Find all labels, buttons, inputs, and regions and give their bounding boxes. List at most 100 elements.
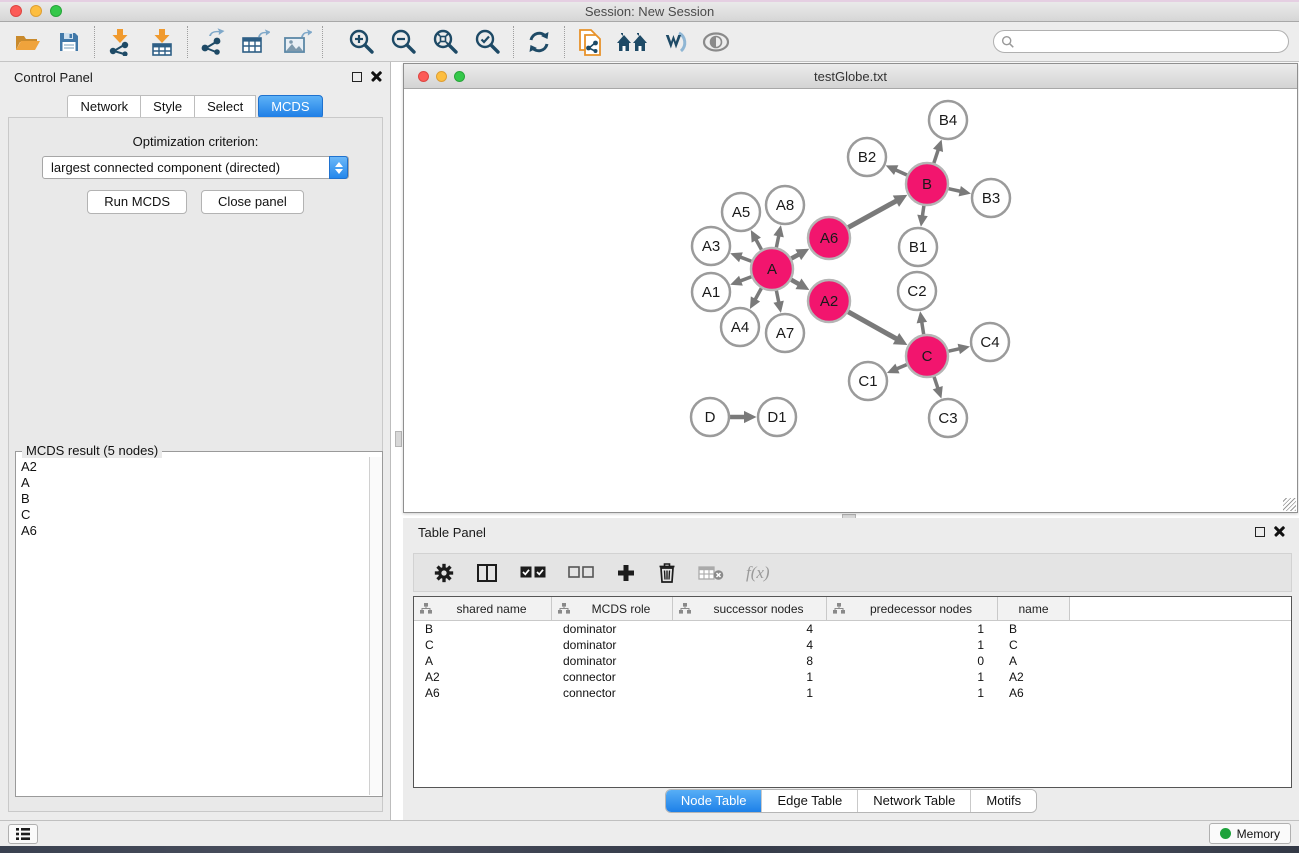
cell: A bbox=[414, 654, 552, 668]
float-panel-icon[interactable] bbox=[352, 72, 362, 82]
home-button[interactable] bbox=[613, 25, 651, 59]
mcds-result-item[interactable]: C bbox=[21, 507, 368, 523]
delete-table-button[interactable] bbox=[698, 565, 724, 581]
edge-A-A6[interactable] bbox=[791, 254, 799, 258]
float-table-panel-icon[interactable] bbox=[1255, 527, 1265, 537]
tab-style[interactable]: Style bbox=[140, 95, 195, 119]
export-network-button[interactable] bbox=[194, 25, 232, 59]
zoom-selected-button[interactable] bbox=[469, 25, 507, 59]
column-header-name[interactable]: name bbox=[998, 597, 1070, 620]
tab-edge-table[interactable]: Edge Table bbox=[761, 790, 857, 812]
mcds-result-item[interactable]: B bbox=[21, 491, 368, 507]
tab-mcds[interactable]: MCDS bbox=[258, 95, 322, 119]
task-history-button[interactable] bbox=[8, 824, 38, 844]
control-panel: Control Panel NetworkStyleSelectMCDS Opt… bbox=[0, 62, 391, 820]
mcds-result-scrollbar[interactable] bbox=[369, 457, 382, 795]
edge-B-B4[interactable] bbox=[934, 149, 938, 163]
tab-select[interactable]: Select bbox=[194, 95, 256, 119]
hierarchy-icon bbox=[420, 603, 432, 614]
mcds-result-box: MCDS result (5 nodes) A2ABCA6 bbox=[15, 451, 383, 797]
network-window-titlebar[interactable]: testGlobe.txt bbox=[404, 64, 1297, 89]
edge-C-C4[interactable] bbox=[948, 349, 959, 352]
table-row[interactable]: A6connector11A6 bbox=[414, 685, 1291, 701]
table-row[interactable]: Cdominator41C bbox=[414, 637, 1291, 653]
mcds-result-item[interactable]: A bbox=[21, 475, 368, 491]
mcds-result-item[interactable]: A2 bbox=[21, 459, 368, 475]
tab-motifs[interactable]: Motifs bbox=[970, 790, 1036, 812]
mcds-result-list: A2ABCA6 bbox=[17, 457, 368, 795]
close-table-panel-icon[interactable] bbox=[1274, 526, 1285, 537]
export-image-button[interactable] bbox=[278, 25, 316, 59]
edge-A-A2[interactable] bbox=[791, 280, 799, 285]
tab-network-table[interactable]: Network Table bbox=[857, 790, 970, 812]
delete-column-button[interactable] bbox=[658, 562, 676, 583]
criterion-select[interactable]: largest connected component (directed) bbox=[42, 156, 349, 179]
memory-button[interactable]: Memory bbox=[1209, 823, 1291, 844]
hide-panels-button[interactable] bbox=[697, 25, 735, 59]
zoom-fit-button[interactable] bbox=[427, 25, 465, 59]
save-session-button[interactable] bbox=[50, 25, 88, 59]
graph-node-label: A3 bbox=[702, 238, 720, 255]
column-header-predecessor-nodes[interactable]: predecessor nodes bbox=[827, 597, 998, 620]
table-settings-button[interactable] bbox=[434, 563, 454, 583]
mcds-result-item[interactable]: A6 bbox=[21, 523, 368, 539]
edge-A-A1[interactable] bbox=[740, 277, 751, 281]
table-tabs: Node TableEdge TableNetwork TableMotifs bbox=[665, 789, 1037, 813]
tab-network[interactable]: Network bbox=[67, 95, 141, 119]
table-row[interactable]: A2connector11A2 bbox=[414, 669, 1291, 685]
hierarchy-icon bbox=[833, 603, 845, 614]
graph-node-label: A6 bbox=[820, 230, 838, 247]
desktop-vscroll-handle[interactable] bbox=[395, 431, 402, 447]
table-row[interactable]: Bdominator41B bbox=[414, 621, 1291, 637]
export-image-icon bbox=[282, 28, 312, 56]
add-column-button[interactable] bbox=[616, 563, 636, 583]
export-table-button[interactable] bbox=[236, 25, 274, 59]
edge-C-C1[interactable] bbox=[897, 365, 907, 369]
edge-A-A8[interactable] bbox=[776, 235, 778, 247]
edge-B-B2[interactable] bbox=[895, 170, 907, 175]
edge-A-A3[interactable] bbox=[740, 257, 751, 261]
toolbar-search[interactable] bbox=[993, 30, 1289, 53]
select-all-button[interactable] bbox=[520, 566, 546, 579]
column-header-MCDS-role[interactable]: MCDS role bbox=[552, 597, 673, 620]
open-file-button[interactable] bbox=[8, 25, 46, 59]
run-mcds-button[interactable]: Run MCDS bbox=[87, 190, 187, 214]
refresh-view-button[interactable] bbox=[520, 25, 558, 59]
arrowhead-icon bbox=[958, 344, 970, 354]
gear-icon bbox=[434, 563, 454, 583]
resize-grip-icon[interactable] bbox=[1283, 498, 1296, 511]
import-table-button[interactable] bbox=[143, 25, 181, 59]
graph-node-label: A7 bbox=[776, 325, 794, 342]
edge-A-A5[interactable] bbox=[756, 239, 762, 249]
tab-node-table[interactable]: Node Table bbox=[666, 790, 762, 812]
edge-C-C3[interactable] bbox=[934, 377, 938, 389]
duplicate-network-button[interactable] bbox=[571, 25, 609, 59]
deselect-all-button[interactable] bbox=[568, 566, 594, 579]
function-builder-button[interactable]: f(x) bbox=[746, 563, 770, 583]
edge-B-B1[interactable] bbox=[922, 206, 924, 217]
edge-A6-B[interactable] bbox=[848, 201, 897, 228]
zoom-out-button[interactable] bbox=[385, 25, 423, 59]
network-window-title: testGlobe.txt bbox=[404, 69, 1297, 84]
edge-C-C2[interactable] bbox=[922, 322, 924, 335]
show-columns-button[interactable] bbox=[476, 563, 498, 583]
cell: B bbox=[414, 622, 552, 636]
edge-A-A7[interactable] bbox=[776, 291, 778, 303]
arrowhead-icon bbox=[933, 386, 943, 399]
close-panel-icon[interactable] bbox=[371, 71, 382, 82]
zoom-in-button[interactable] bbox=[343, 25, 381, 59]
column-header-successor-nodes[interactable]: successor nodes bbox=[673, 597, 827, 620]
edge-A2-C[interactable] bbox=[848, 312, 897, 339]
column-header-shared-name[interactable]: shared name bbox=[414, 597, 552, 620]
import-network-button[interactable] bbox=[101, 25, 139, 59]
task-list-icon bbox=[15, 827, 31, 841]
table-row[interactable]: Adominator80A bbox=[414, 653, 1291, 669]
select-stepper-icon bbox=[329, 156, 348, 179]
edge-B-B3[interactable] bbox=[948, 189, 960, 192]
search-input[interactable] bbox=[1015, 33, 1288, 51]
network-canvas[interactable]: B4B2BB3A8A5A6A3B1AA1C2A2A4A7C4CC1C3DD1 bbox=[404, 89, 1297, 512]
node-table[interactable]: shared nameMCDS rolesuccessor nodesprede… bbox=[413, 596, 1292, 788]
edge-A-A4[interactable] bbox=[755, 288, 761, 300]
curation-button[interactable] bbox=[655, 25, 693, 59]
close-panel-button[interactable]: Close panel bbox=[201, 190, 304, 214]
